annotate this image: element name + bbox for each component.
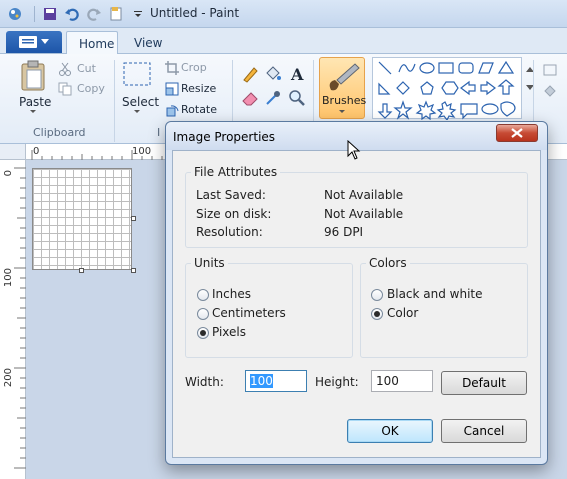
color-label[interactable]: Color — [387, 306, 418, 320]
brushes-dropdown-icon[interactable] — [339, 110, 345, 114]
black-and-white-label[interactable]: Black and white — [387, 287, 483, 301]
dialog-title: Image Properties — [173, 130, 276, 144]
ruler-v-label: 0 — [3, 170, 14, 177]
height-value: 100 — [376, 374, 399, 388]
centimeters-label[interactable]: Centimeters — [212, 306, 286, 320]
gallery-scroll-up-icon[interactable] — [524, 60, 536, 80]
brushes-label: Brushes — [322, 94, 367, 107]
pencil-icon[interactable] — [240, 64, 260, 84]
cancel-button[interactable]: Cancel — [441, 419, 527, 443]
resize-handle-right[interactable] — [131, 216, 136, 221]
centimeters-radio[interactable] — [197, 308, 209, 320]
rotate-button[interactable]: Rotate — [181, 103, 217, 116]
resolution-label: Resolution: — [196, 225, 263, 239]
close-icon — [511, 128, 523, 138]
crop-icon[interactable] — [162, 58, 182, 78]
undo-icon[interactable] — [63, 5, 81, 23]
colors-group — [360, 263, 528, 358]
quick-access-toolbar — [6, 5, 151, 23]
window-title: Untitled - Paint — [150, 6, 240, 20]
brush-icon — [329, 63, 360, 91]
resize-icon[interactable] — [162, 79, 182, 99]
height-label: Height: — [315, 375, 359, 389]
paint-app-icon[interactable] — [6, 5, 24, 23]
fill-bucket-icon[interactable] — [263, 64, 283, 84]
save-icon[interactable] — [41, 5, 59, 23]
paste-icon[interactable] — [18, 60, 48, 92]
last-saved-label: Last Saved: — [196, 188, 266, 202]
ruler-h-label: 0 — [33, 146, 40, 157]
image-properties-dialog: Image Properties File Attributes Last Sa… — [165, 121, 548, 465]
units-legend: Units — [191, 256, 228, 270]
tab-home[interactable]: Home — [66, 31, 118, 55]
properties-icon[interactable] — [107, 5, 125, 23]
ruler-h-label: 100 — [132, 146, 152, 157]
customize-qat-icon[interactable] — [129, 5, 147, 23]
paste-dropdown-icon[interactable] — [30, 110, 36, 114]
copy-icon[interactable] — [55, 79, 75, 99]
resize-handle-bottom[interactable] — [79, 268, 84, 273]
colors-legend: Colors — [366, 256, 410, 270]
width-input[interactable]: 100 — [245, 370, 307, 392]
image-group-label: I — [157, 126, 161, 139]
svg-text:A: A — [290, 65, 304, 83]
outline-icon[interactable] — [540, 60, 560, 80]
ruler-corner — [0, 144, 26, 160]
color-picker-icon[interactable] — [263, 88, 283, 108]
last-saved-value: Not Available — [324, 188, 404, 202]
paint-menu-button[interactable] — [6, 31, 62, 53]
shapes-icons — [377, 60, 516, 122]
copy-button[interactable]: Copy — [77, 82, 105, 95]
chevron-down-icon — [41, 39, 49, 44]
file-attributes-legend: File Attributes — [191, 165, 281, 179]
ruler-v-label: 100 — [3, 268, 14, 288]
rotate-icon[interactable] — [162, 100, 182, 120]
inches-label[interactable]: Inches — [212, 287, 251, 301]
magnifier-icon[interactable] — [287, 88, 307, 108]
color-radio[interactable] — [371, 308, 383, 320]
width-label: Width: — [185, 375, 224, 389]
ribbon-separator — [114, 60, 115, 142]
title-bar: Untitled - Paint — [0, 0, 567, 28]
resize-handle-corner[interactable] — [131, 268, 136, 273]
paste-button[interactable]: Paste — [19, 95, 51, 109]
redo-icon[interactable] — [85, 5, 103, 23]
height-input[interactable]: 100 — [371, 370, 433, 392]
ribbon-tab-row: Home View — [0, 28, 567, 55]
vertical-ruler-ticks — [14, 167, 26, 469]
width-value: 100 — [250, 374, 273, 388]
size-on-disk-label: Size on disk: — [196, 207, 272, 221]
resize-button[interactable]: Resize — [181, 82, 216, 95]
gallery-scroll-down-icon[interactable] — [524, 78, 536, 98]
vertical-ruler: 0 100 200 — [0, 160, 26, 479]
default-button[interactable]: Default — [441, 371, 527, 395]
ruler-v-label: 200 — [3, 368, 14, 388]
ok-button[interactable]: OK — [347, 419, 433, 443]
pixels-label[interactable]: Pixels — [212, 325, 246, 339]
inches-radio[interactable] — [197, 289, 209, 301]
mouse-cursor-icon — [347, 140, 361, 160]
select-icon[interactable] — [122, 60, 152, 90]
size-on-disk-value: Not Available — [324, 207, 404, 221]
dialog-close-button[interactable] — [496, 124, 538, 142]
select-dropdown-icon[interactable] — [134, 110, 140, 114]
menu-icon — [19, 36, 37, 48]
dialog-body: File Attributes Last Saved: Not Availabl… — [172, 150, 541, 458]
resolution-value: 96 DPI — [324, 225, 364, 239]
select-button[interactable]: Select — [122, 95, 159, 109]
drawing-canvas[interactable] — [32, 168, 132, 270]
black-and-white-radio[interactable] — [371, 289, 383, 301]
text-icon[interactable]: A — [287, 64, 307, 84]
fill-icon[interactable] — [540, 81, 560, 101]
cut-icon[interactable] — [55, 59, 75, 79]
pixels-radio[interactable] — [197, 327, 209, 339]
shapes-gallery[interactable] — [372, 57, 522, 122]
crop-button[interactable]: Crop — [181, 61, 207, 74]
eraser-icon[interactable] — [240, 88, 260, 108]
clipboard-group-label: Clipboard — [33, 126, 86, 139]
cut-button[interactable]: Cut — [77, 62, 96, 75]
tab-view[interactable]: View — [122, 31, 174, 55]
